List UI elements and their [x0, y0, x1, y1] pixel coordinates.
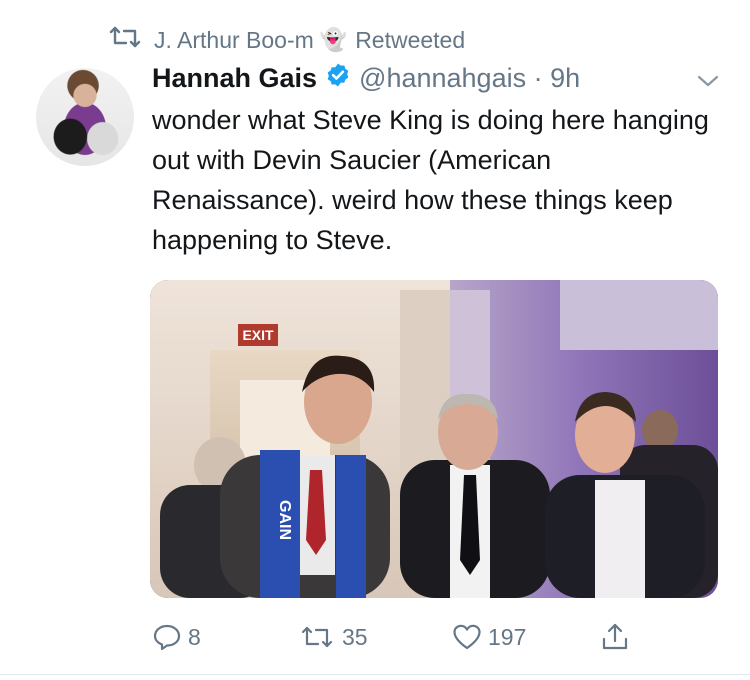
tweet-text: wonder what Steve King is doing here han… [152, 105, 709, 255]
tweet-header: Hannah Gais @hannahgais · 9h [152, 62, 580, 95]
ghost-emoji-icon: 👻 [319, 27, 348, 52]
retweeter-name[interactable]: J. Arthur Boo-m [154, 27, 314, 54]
tweet-photo[interactable]: EXIT GAIN [150, 280, 718, 598]
retweeted-label: Retweeted [355, 26, 466, 53]
avatar[interactable] [36, 68, 134, 166]
reply-button[interactable]: 8 [152, 612, 201, 662]
divider [0, 674, 750, 675]
retweet-context: J. Arthur Boo-m 👻 Retweeted [108, 24, 465, 56]
share-icon [602, 623, 628, 650]
reply-count: 8 [188, 623, 201, 650]
tweet-actions: 8 35 197 [0, 612, 750, 662]
retweet-icon [108, 25, 154, 55]
scarf-text: GAIN [276, 500, 293, 540]
share-button[interactable] [600, 612, 636, 662]
like-button[interactable]: 197 [452, 612, 526, 662]
retweet-button[interactable]: 35 [298, 612, 368, 662]
like-count: 197 [488, 623, 527, 650]
handle-and-time: @hannahgais · 9h [359, 63, 581, 93]
retweet-count: 35 [342, 623, 368, 650]
reply-icon [153, 624, 181, 651]
heart-icon [453, 624, 481, 650]
retweet-icon [301, 626, 333, 648]
chevron-down-icon[interactable] [695, 68, 721, 94]
author-name[interactable]: Hannah Gais [152, 63, 317, 94]
exit-sign-text: EXIT [242, 327, 274, 343]
verified-badge-icon [317, 62, 359, 95]
